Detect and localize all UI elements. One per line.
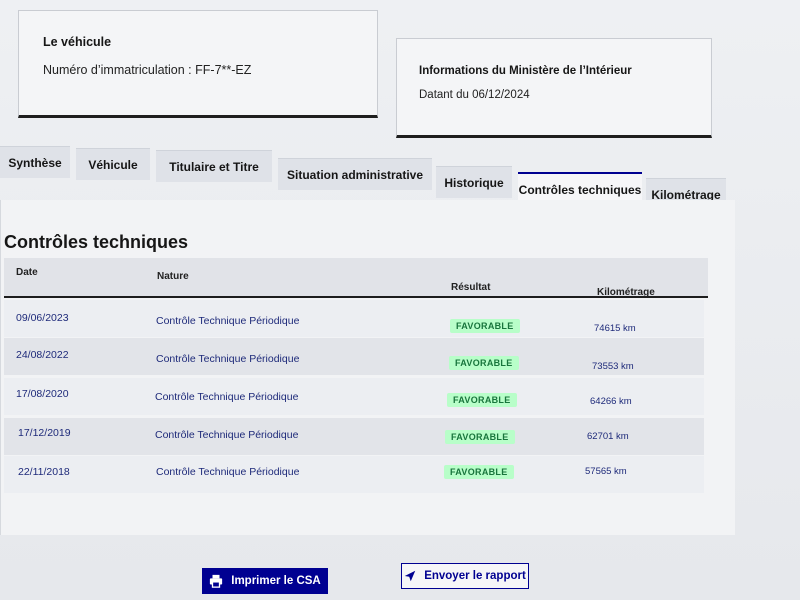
row-mileage: 57565 km xyxy=(585,466,627,477)
row-nature: Contrôle Technique Périodique xyxy=(156,466,300,478)
send-icon xyxy=(404,570,416,582)
table-row: 17/08/2020 Contrôle Technique Périodique… xyxy=(4,378,704,415)
send-report-button[interactable]: Envoyer le rapport xyxy=(401,563,529,589)
row-date: 17/08/2020 xyxy=(16,388,69,400)
row-mileage: 64266 km xyxy=(590,396,632,407)
row-mileage: 73553 km xyxy=(592,361,634,372)
table-header: Date Nature Résultat Kilométrage xyxy=(4,258,708,298)
print-csa-label: Imprimer le CSA xyxy=(231,575,321,587)
status-badge: FAVORABLE xyxy=(447,393,517,407)
row-mileage: 74615 km xyxy=(594,323,636,334)
table-row: 22/11/2018 Contrôle Technique Périodique… xyxy=(4,456,704,493)
send-report-label: Envoyer le rapport xyxy=(424,570,526,582)
row-nature: Contrôle Technique Périodique xyxy=(155,429,299,441)
vehicle-card: Le véhicule Numéro d’immatriculation : F… xyxy=(18,10,378,118)
header-result[interactable]: Résultat xyxy=(451,282,490,293)
registration-number: Numéro d’immatriculation : FF-7**-EZ xyxy=(43,63,252,77)
row-nature: Contrôle Technique Périodique xyxy=(156,315,300,327)
tab-synthese[interactable]: Synthèse xyxy=(0,146,70,178)
ministry-date: Datant du 06/12/2024 xyxy=(419,89,530,101)
status-badge: FAVORABLE xyxy=(444,465,514,479)
row-date: 17/12/2019 xyxy=(18,427,71,439)
row-mileage: 62701 km xyxy=(587,431,629,442)
printer-icon xyxy=(209,574,223,588)
table-row: 17/12/2019 Contrôle Technique Périodique… xyxy=(4,418,704,455)
print-csa-button[interactable]: Imprimer le CSA xyxy=(202,568,328,594)
tab-historique[interactable]: Historique xyxy=(436,166,512,198)
table-row: 24/08/2022 Contrôle Technique Périodique… xyxy=(4,338,704,375)
row-nature: Contrôle Technique Périodique xyxy=(156,353,300,365)
ministry-card: Informations du Ministère de l’Intérieur… xyxy=(396,38,712,138)
header-nature[interactable]: Nature xyxy=(157,271,189,282)
row-date: 24/08/2022 xyxy=(16,349,69,361)
section-title: Contrôles techniques xyxy=(4,232,189,252)
tab-titulaire[interactable]: Titulaire et Titre xyxy=(156,150,272,182)
row-nature: Contrôle Technique Périodique xyxy=(155,391,299,403)
status-badge: FAVORABLE xyxy=(445,430,515,444)
status-badge: FAVORABLE xyxy=(449,356,519,370)
vehicle-card-title: Le véhicule xyxy=(43,35,112,49)
header-mileage[interactable]: Kilométrage xyxy=(597,287,655,298)
tab-situation-administrative[interactable]: Situation administrative xyxy=(278,158,432,190)
row-date: 09/06/2023 xyxy=(16,312,69,324)
row-date: 22/11/2018 xyxy=(18,466,70,478)
status-badge: FAVORABLE xyxy=(450,319,520,333)
tab-vehicule[interactable]: Véhicule xyxy=(76,148,150,180)
table-row: 09/06/2023 Contrôle Technique Périodique… xyxy=(4,300,704,337)
ministry-card-title: Informations du Ministère de l’Intérieur xyxy=(419,65,632,77)
tab-bar: Synthèse Véhicule Titulaire et Titre Sit… xyxy=(0,146,800,210)
header-date[interactable]: Date xyxy=(16,267,38,278)
page: Le véhicule Numéro d’immatriculation : F… xyxy=(0,0,800,600)
